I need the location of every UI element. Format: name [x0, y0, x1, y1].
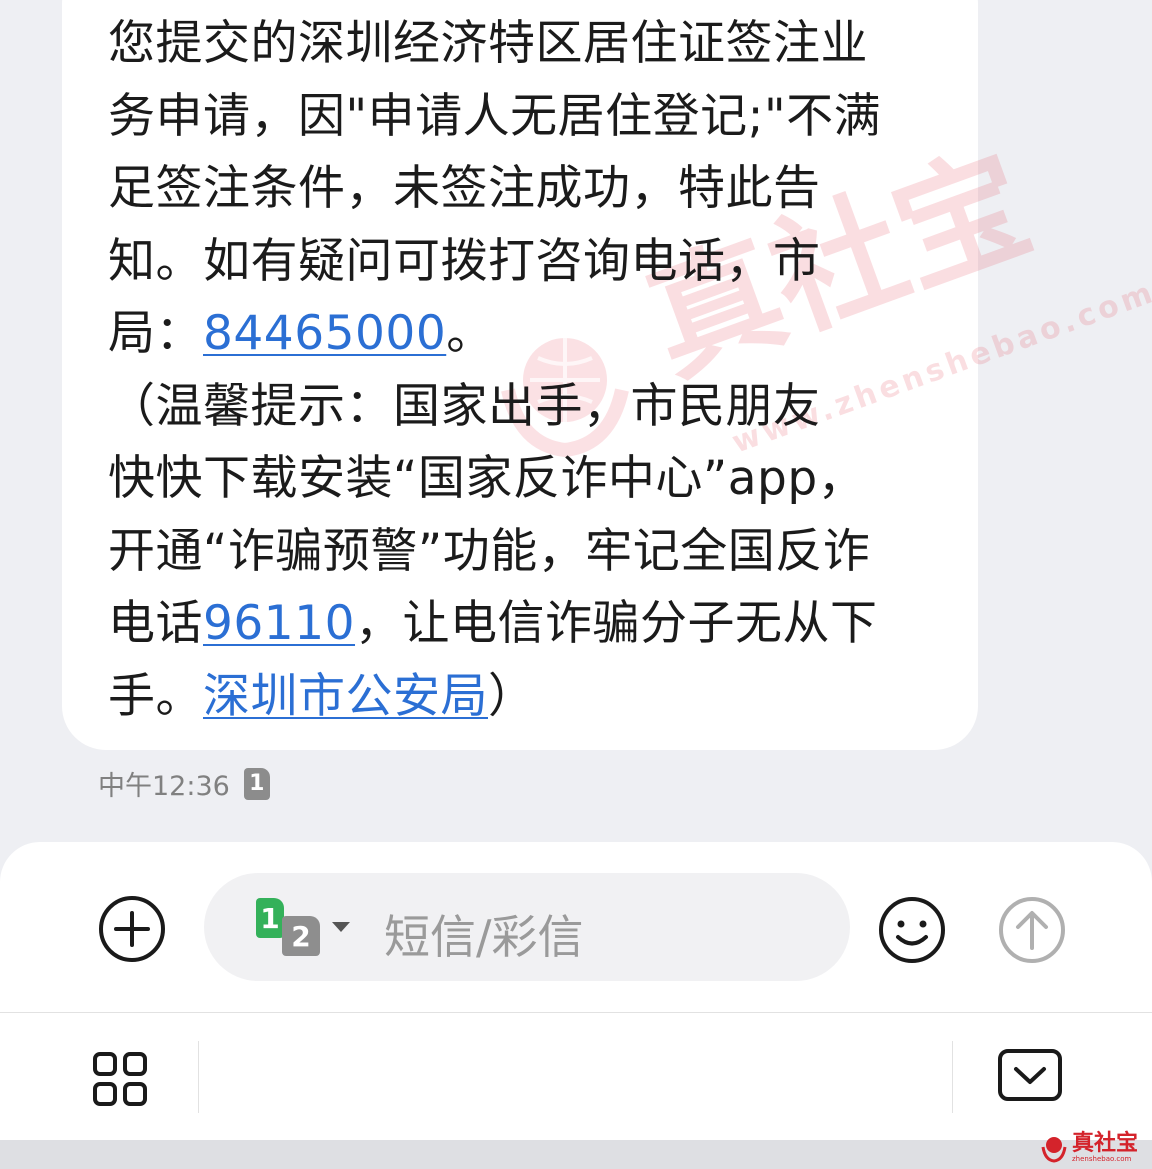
- message-line: 足签注条件，未签注成功，特此告: [108, 153, 908, 226]
- message-input[interactable]: 1 2 短信/彩信: [204, 873, 850, 981]
- message-line: 知。如有疑问可拨打咨询电话，市: [108, 226, 908, 299]
- message-line: 电话96110，让电信诈骗分子无从下: [108, 588, 908, 661]
- message-segment: 局：: [108, 306, 203, 361]
- message-segment: 足签注条件，未签注成功，特此告: [108, 161, 821, 216]
- logo-icon: [1041, 1137, 1067, 1163]
- message-segment: 。: [446, 306, 494, 361]
- message-link[interactable]: 96110: [203, 596, 355, 651]
- composer-bar: 1 2 短信/彩信: [0, 842, 1152, 1017]
- message-text: 您提交的深圳经济特区居住证签注业 务申请，因"申请人无居住登记;"不满 足签注条件，…: [108, 8, 908, 733]
- message-line: 务申请，因"申请人无居住登记;"不满: [108, 81, 908, 154]
- collapse-keyboard-button[interactable]: [996, 1047, 1064, 1107]
- chevron-down-box-icon: [998, 1049, 1062, 1101]
- message-segment: 电话: [108, 596, 203, 651]
- toolbar-divider: [198, 1041, 199, 1113]
- logo-text: 真社宝: [1072, 1131, 1139, 1156]
- message-segment: 开通“诈骗预警”功能，牢记全国反诈: [108, 523, 871, 579]
- message-link[interactable]: 深圳市公安局: [203, 669, 488, 724]
- corner-logo: 真社宝 zhenshebao.com: [1040, 1130, 1146, 1166]
- message-line: 您提交的深圳经济特区居住证签注业: [108, 8, 908, 81]
- add-attachment-button[interactable]: [97, 894, 167, 964]
- bottom-toolbar: [0, 1012, 1152, 1141]
- arrow-up-circle-icon: [999, 897, 1065, 963]
- message-time: 中午12:36: [98, 771, 230, 802]
- message-line: 局：84465000。: [108, 298, 908, 371]
- toolbar-divider: [952, 1041, 953, 1113]
- plus-circle-icon: [99, 896, 165, 962]
- send-button[interactable]: [996, 894, 1068, 966]
- message-line: 开通“诈骗预警”功能，牢记全国反诈: [108, 516, 908, 589]
- sim-badge-icon: 1: [243, 767, 270, 800]
- sim-selector[interactable]: 1 2: [256, 898, 366, 960]
- input-placeholder: 短信/彩信: [384, 910, 584, 964]
- message-segment: 快快下载安装“国家反诈中心”app，: [108, 451, 866, 506]
- message-segment: 手。: [108, 668, 203, 724]
- message-meta: 中午12:36 1: [98, 764, 270, 803]
- caret-down-icon: [332, 922, 350, 932]
- message-line: （温馨提示：国家出手，市民朋友: [108, 371, 908, 444]
- message-line: 手。深圳市公安局）: [108, 661, 908, 734]
- message-segment: 知。如有疑问可拨打咨询电话，市: [108, 233, 821, 289]
- grid-icon: [93, 1052, 147, 1106]
- message-segment: ，让电信诈骗分子无从下: [355, 596, 878, 651]
- system-nav-bar: [0, 1140, 1152, 1169]
- message-segment: 务申请，因"申请人无居住登记;"不满: [108, 88, 882, 144]
- message-line: 快快下载安装“国家反诈中心”app，: [108, 443, 908, 516]
- apps-button[interactable]: [88, 1047, 152, 1111]
- sim-1-icon: 1: [256, 898, 284, 938]
- message-segment: ）: [488, 668, 536, 724]
- message-segment: （温馨提示：国家出手，市民朋友: [108, 378, 821, 434]
- logo-subtext: zhenshebao.com: [1072, 1155, 1132, 1163]
- smiley-icon: [879, 897, 945, 963]
- message-link[interactable]: 84465000: [203, 306, 446, 361]
- sim-2-icon: 2: [282, 916, 320, 956]
- emoji-button[interactable]: [876, 894, 948, 966]
- message-segment: 您提交的深圳经济特区居住证签注业: [108, 16, 868, 71]
